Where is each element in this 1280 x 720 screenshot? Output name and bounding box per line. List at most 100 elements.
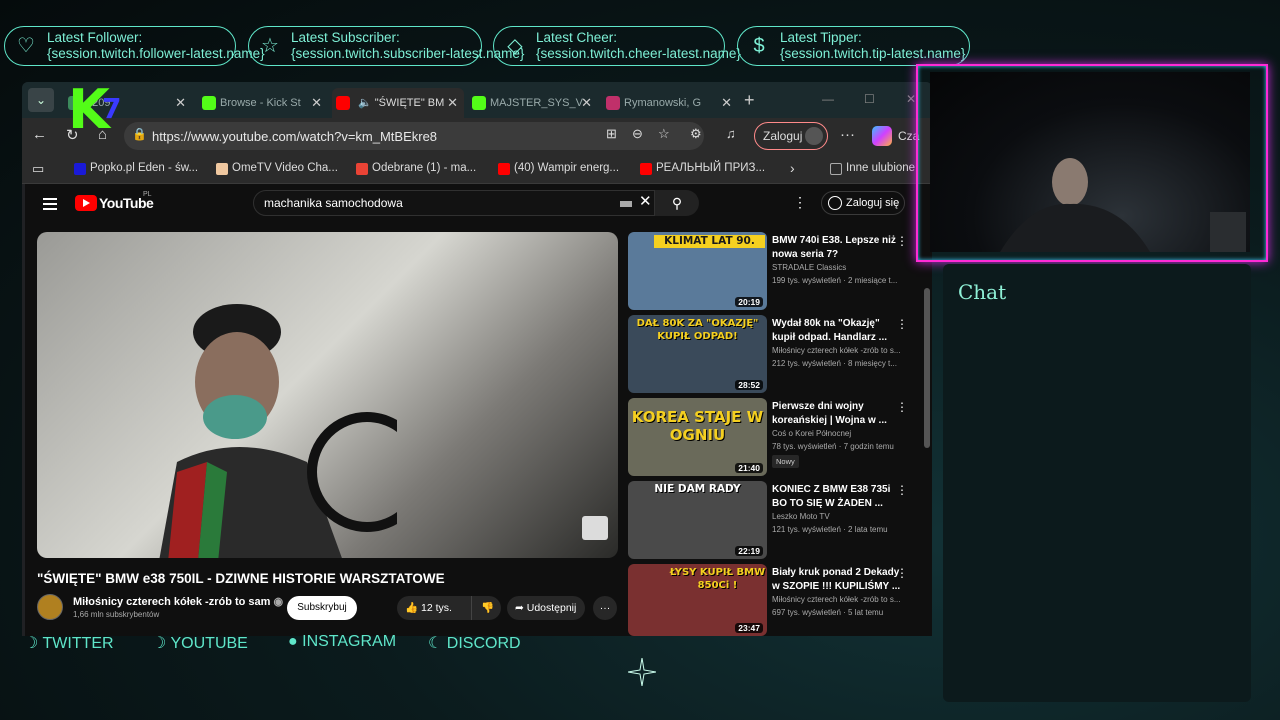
logo-number: 7: [102, 92, 121, 125]
recommendation-title[interactable]: KONIEC Z BMW E38 735i BO TO SIĘ W ŻADEN …: [772, 483, 902, 511]
bookmark-3[interactable]: Odebrane (1) - ma...: [356, 162, 477, 175]
login-button[interactable]: Zaloguj: [754, 122, 828, 150]
thumbnail-caption: KOREA STAJE W OGNIU: [631, 408, 764, 444]
share-button[interactable]: ➦ Udostępnij: [507, 596, 585, 620]
clear-search-icon[interactable]: ✕: [639, 192, 652, 210]
tab-favicon: [202, 96, 216, 110]
signin-button[interactable]: Zaloguj się: [821, 191, 905, 215]
recommendation-item[interactable]: DAŁ 80K ZA "OKAZJĘ" KUPIŁ ODPAD! 28:52 Wy…: [628, 315, 918, 393]
favorite-star-icon[interactable]: ☆: [658, 126, 670, 142]
hamburger-menu-icon[interactable]: [43, 198, 57, 210]
keyboard-icon[interactable]: [620, 201, 632, 207]
recommendation-thumbnail[interactable]: NIE DAM RADY 22:19: [628, 481, 767, 559]
scrollbar[interactable]: [924, 288, 930, 448]
tab-2[interactable]: Browse - Kick St ✕: [198, 88, 328, 118]
recommendation-item[interactable]: KLIMAT LAT 90. 20:19 BMW 740i E38. Lepsze…: [628, 232, 918, 310]
discord-link[interactable]: ☾ DISCORD: [428, 633, 521, 653]
tab-favicon: [472, 96, 486, 110]
bookmark-2[interactable]: OmeTV Video Cha...: [216, 162, 338, 175]
tab-4[interactable]: MAJSTER_SYS_V ✕: [468, 88, 598, 118]
youtube-link[interactable]: ☽ YOUTUBE: [152, 633, 248, 653]
recommendation-menu-icon[interactable]: ⋮: [896, 483, 908, 497]
media-icon[interactable]: ♫: [726, 126, 736, 141]
recommendation-title[interactable]: Pierwsze dni wojny koreańskiej | Wojna w…: [772, 400, 902, 428]
tab-close-icon[interactable]: ✕: [311, 88, 322, 118]
tab-close-icon[interactable]: ✕: [447, 88, 458, 118]
profile-avatar: [805, 127, 823, 145]
more-menu-icon[interactable]: ···: [840, 126, 855, 143]
channel-watermark[interactable]: [582, 516, 608, 540]
divider: [471, 596, 472, 620]
recommendation-channel[interactable]: Miłośnicy czterech kółek -zrób to s...: [772, 346, 900, 355]
recommendation-title[interactable]: BMW 740i E38. Lepsze niż nowa seria 7?: [772, 234, 902, 262]
tab-close-icon[interactable]: ✕: [581, 88, 592, 118]
back-icon[interactable]: ←: [32, 126, 47, 143]
tab-actions-button[interactable]: ⌄: [28, 88, 54, 112]
bookmark-favicon: [356, 163, 368, 175]
recommendation-thumbnail[interactable]: DAŁ 80K ZA "OKAZJĘ" KUPIŁ ODPAD! 28:52: [628, 315, 767, 393]
recommendation-item[interactable]: KOREA STAJE W OGNIU 21:40 Pierwsze dni wo…: [628, 398, 918, 476]
recommendation-channel[interactable]: Leszko Moto TV: [772, 512, 830, 521]
more-actions-button[interactable]: ···: [593, 596, 617, 620]
alert-value: {session.twitch.follower-latest.name}: [47, 46, 265, 61]
like-button[interactable]: 👍 12 tys.: [405, 596, 452, 620]
tab-close-icon[interactable]: ✕: [175, 88, 186, 118]
search-button[interactable]: ⚲: [655, 190, 699, 216]
dislike-button[interactable]: 👎: [481, 596, 494, 620]
bookmark-label: OmeTV Video Cha...: [232, 162, 338, 174]
bookmark-label: Popko.pl Eden - św...: [90, 162, 199, 174]
recommendation-channel[interactable]: Miłośnicy czterech kółek -zrób to s...: [772, 595, 900, 604]
bookmark-1[interactable]: Popko.pl Eden - św...: [74, 162, 199, 175]
recommendation-channel[interactable]: Coś o Korei Północnej: [772, 429, 851, 438]
bookmark-label: Odebrane (1) - ma...: [372, 162, 477, 174]
video-duration: 23:47: [735, 623, 763, 633]
instagram-link[interactable]: ● INSTAGRAM: [288, 633, 396, 651]
apps-icon[interactable]: ⊞: [606, 126, 617, 142]
recommendation-thumbnail[interactable]: ŁYSY KUPIŁ BMW 850Ci ! 23:47: [628, 564, 767, 636]
copilot-icon[interactable]: [872, 126, 892, 146]
recommendation-menu-icon[interactable]: ⋮: [896, 317, 908, 331]
recommendation-menu-icon[interactable]: ⋮: [896, 400, 908, 414]
settings-more-icon[interactable]: ⋮: [793, 194, 807, 211]
share-label: Udostępnij: [526, 602, 577, 614]
speaker-icon[interactable]: 🔈: [354, 97, 372, 109]
video-player[interactable]: [37, 232, 618, 558]
lock-icon[interactable]: 🔒: [132, 127, 147, 141]
youtube-logo-icon[interactable]: [75, 195, 97, 211]
recommendation-title[interactable]: Biały kruk ponad 2 Dekady w SZOPIE !!! K…: [772, 566, 902, 594]
recommendation-channel[interactable]: STRADALE Classics: [772, 263, 846, 272]
recommendation-menu-icon[interactable]: ⋮: [896, 566, 908, 580]
tab-close-icon[interactable]: ✕: [721, 88, 732, 118]
twitter-link[interactable]: ☽ TWITTER: [24, 633, 114, 653]
url-text[interactable]: https://www.youtube.com/watch?v=km_MtBEk…: [152, 129, 437, 144]
thumbnail-caption: NIE DAM RADY: [654, 483, 741, 495]
chat-label: Chat: [958, 280, 1007, 304]
thumbnail-caption: KLIMAT LAT 90.: [654, 235, 765, 248]
recommendation-thumbnail[interactable]: KLIMAT LAT 90. 20:19: [628, 232, 767, 310]
recommendation-title[interactable]: Wydał 80k na "Okazję" kupił odpad. Handl…: [772, 317, 902, 345]
new-tab-icon[interactable]: +: [744, 88, 755, 112]
recommendation-thumbnail[interactable]: KOREA STAJE W OGNIU 21:40: [628, 398, 767, 476]
collections-icon[interactable]: ▭: [32, 161, 44, 177]
subscribe-button[interactable]: Subskrybuj: [287, 596, 357, 620]
thumbs-up-icon: 👍: [405, 602, 419, 614]
search-input[interactable]: machanika samochodowa: [253, 190, 655, 216]
maximize-icon[interactable]: ☐: [864, 92, 875, 106]
bookmark-4[interactable]: (40) Wampir energ...: [498, 162, 619, 175]
dollar-icon: $: [753, 35, 765, 57]
recommendation-menu-icon[interactable]: ⋮: [896, 234, 908, 248]
recommendation-item[interactable]: NIE DAM RADY 22:19 KONIEC Z BMW E38 735i …: [628, 481, 918, 559]
recommendation-item[interactable]: ŁYSY KUPIŁ BMW 850Ci ! 23:47 Biały kruk p…: [628, 564, 918, 636]
chevron-right-icon[interactable]: ›: [790, 160, 795, 176]
zoom-icon[interactable]: ⊖: [632, 126, 643, 142]
close-window-icon[interactable]: ✕: [906, 92, 916, 106]
bookmark-folder[interactable]: Inne ulubione: [830, 162, 915, 175]
tab-5[interactable]: Rymanowski, G ✕: [602, 88, 738, 118]
tab-3-active[interactable]: 🔈 "ŚWIĘTE" BM ✕: [332, 88, 464, 118]
social-label: YOUTUBE: [170, 635, 248, 652]
extensions-icon[interactable]: ⚙: [690, 126, 702, 142]
channel-avatar[interactable]: [37, 594, 63, 620]
minimize-icon[interactable]: —: [822, 92, 834, 106]
bookmark-5[interactable]: РЕАЛЬНЫЙ ПРИЗ...: [640, 162, 765, 175]
channel-name[interactable]: Miłośnicy czterech kółek -zrób to sam ◉: [73, 595, 283, 608]
